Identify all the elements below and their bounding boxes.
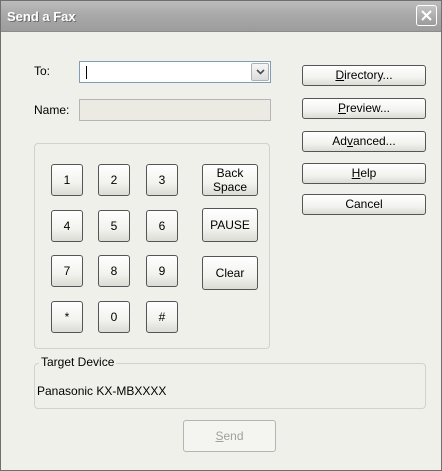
advanced-label-pre: Ad [332,134,347,148]
dialog-title: Send a Fax [7,9,76,24]
send-button[interactable]: Send [183,420,276,452]
send-fax-dialog: Send a Fax To: Name: Directory... Previe… [0,0,442,471]
key-0[interactable]: 0 [98,301,130,333]
clear-key[interactable]: Clear [202,256,258,290]
preview-accel: P [337,101,346,115]
key-6[interactable]: 6 [146,210,178,242]
target-device-title: Target Device [39,355,117,369]
key-5[interactable]: 5 [98,210,130,242]
key-7[interactable]: 7 [51,255,83,287]
pause-key[interactable]: PAUSE [202,208,258,242]
advanced-label-post: anced... [352,134,396,148]
key-3[interactable]: 3 [146,164,178,196]
preview-button[interactable]: Preview... [302,98,426,119]
key-9[interactable]: 9 [146,255,178,287]
key-2[interactable]: 2 [98,164,130,196]
backspace-key[interactable]: Back Space [202,164,258,196]
key-star[interactable]: * [51,301,83,333]
key-1[interactable]: 1 [51,164,83,196]
to-label: To: [34,64,51,78]
send-label-post: end [223,429,244,443]
close-button[interactable] [416,5,437,26]
key-8[interactable]: 8 [98,255,130,287]
name-label: Name: [34,103,70,117]
cancel-label: Cancel [345,197,383,211]
backspace-line1: Back [216,166,244,180]
chevron-down-icon [256,69,265,75]
to-combobox[interactable] [79,61,271,83]
to-dropdown-button[interactable] [251,63,269,81]
preview-label-post: review... [346,101,391,115]
directory-accel: D [335,68,345,82]
directory-label-post: irectory... [344,68,393,82]
close-icon [421,10,432,21]
help-button[interactable]: Help [302,163,426,184]
key-4[interactable]: 4 [51,210,83,242]
name-field[interactable] [79,99,271,121]
key-hash[interactable]: # [146,301,178,333]
cancel-button[interactable]: Cancel [302,194,426,215]
directory-button[interactable]: Directory... [302,65,426,86]
help-label-post: elp [360,166,377,180]
advanced-button[interactable]: Advanced... [302,131,426,152]
title-bar[interactable]: Send a Fax [1,1,441,32]
text-caret [86,66,87,79]
target-device-name: Panasonic KX-MBXXXX [37,384,167,398]
backspace-line2: Space [212,180,248,194]
